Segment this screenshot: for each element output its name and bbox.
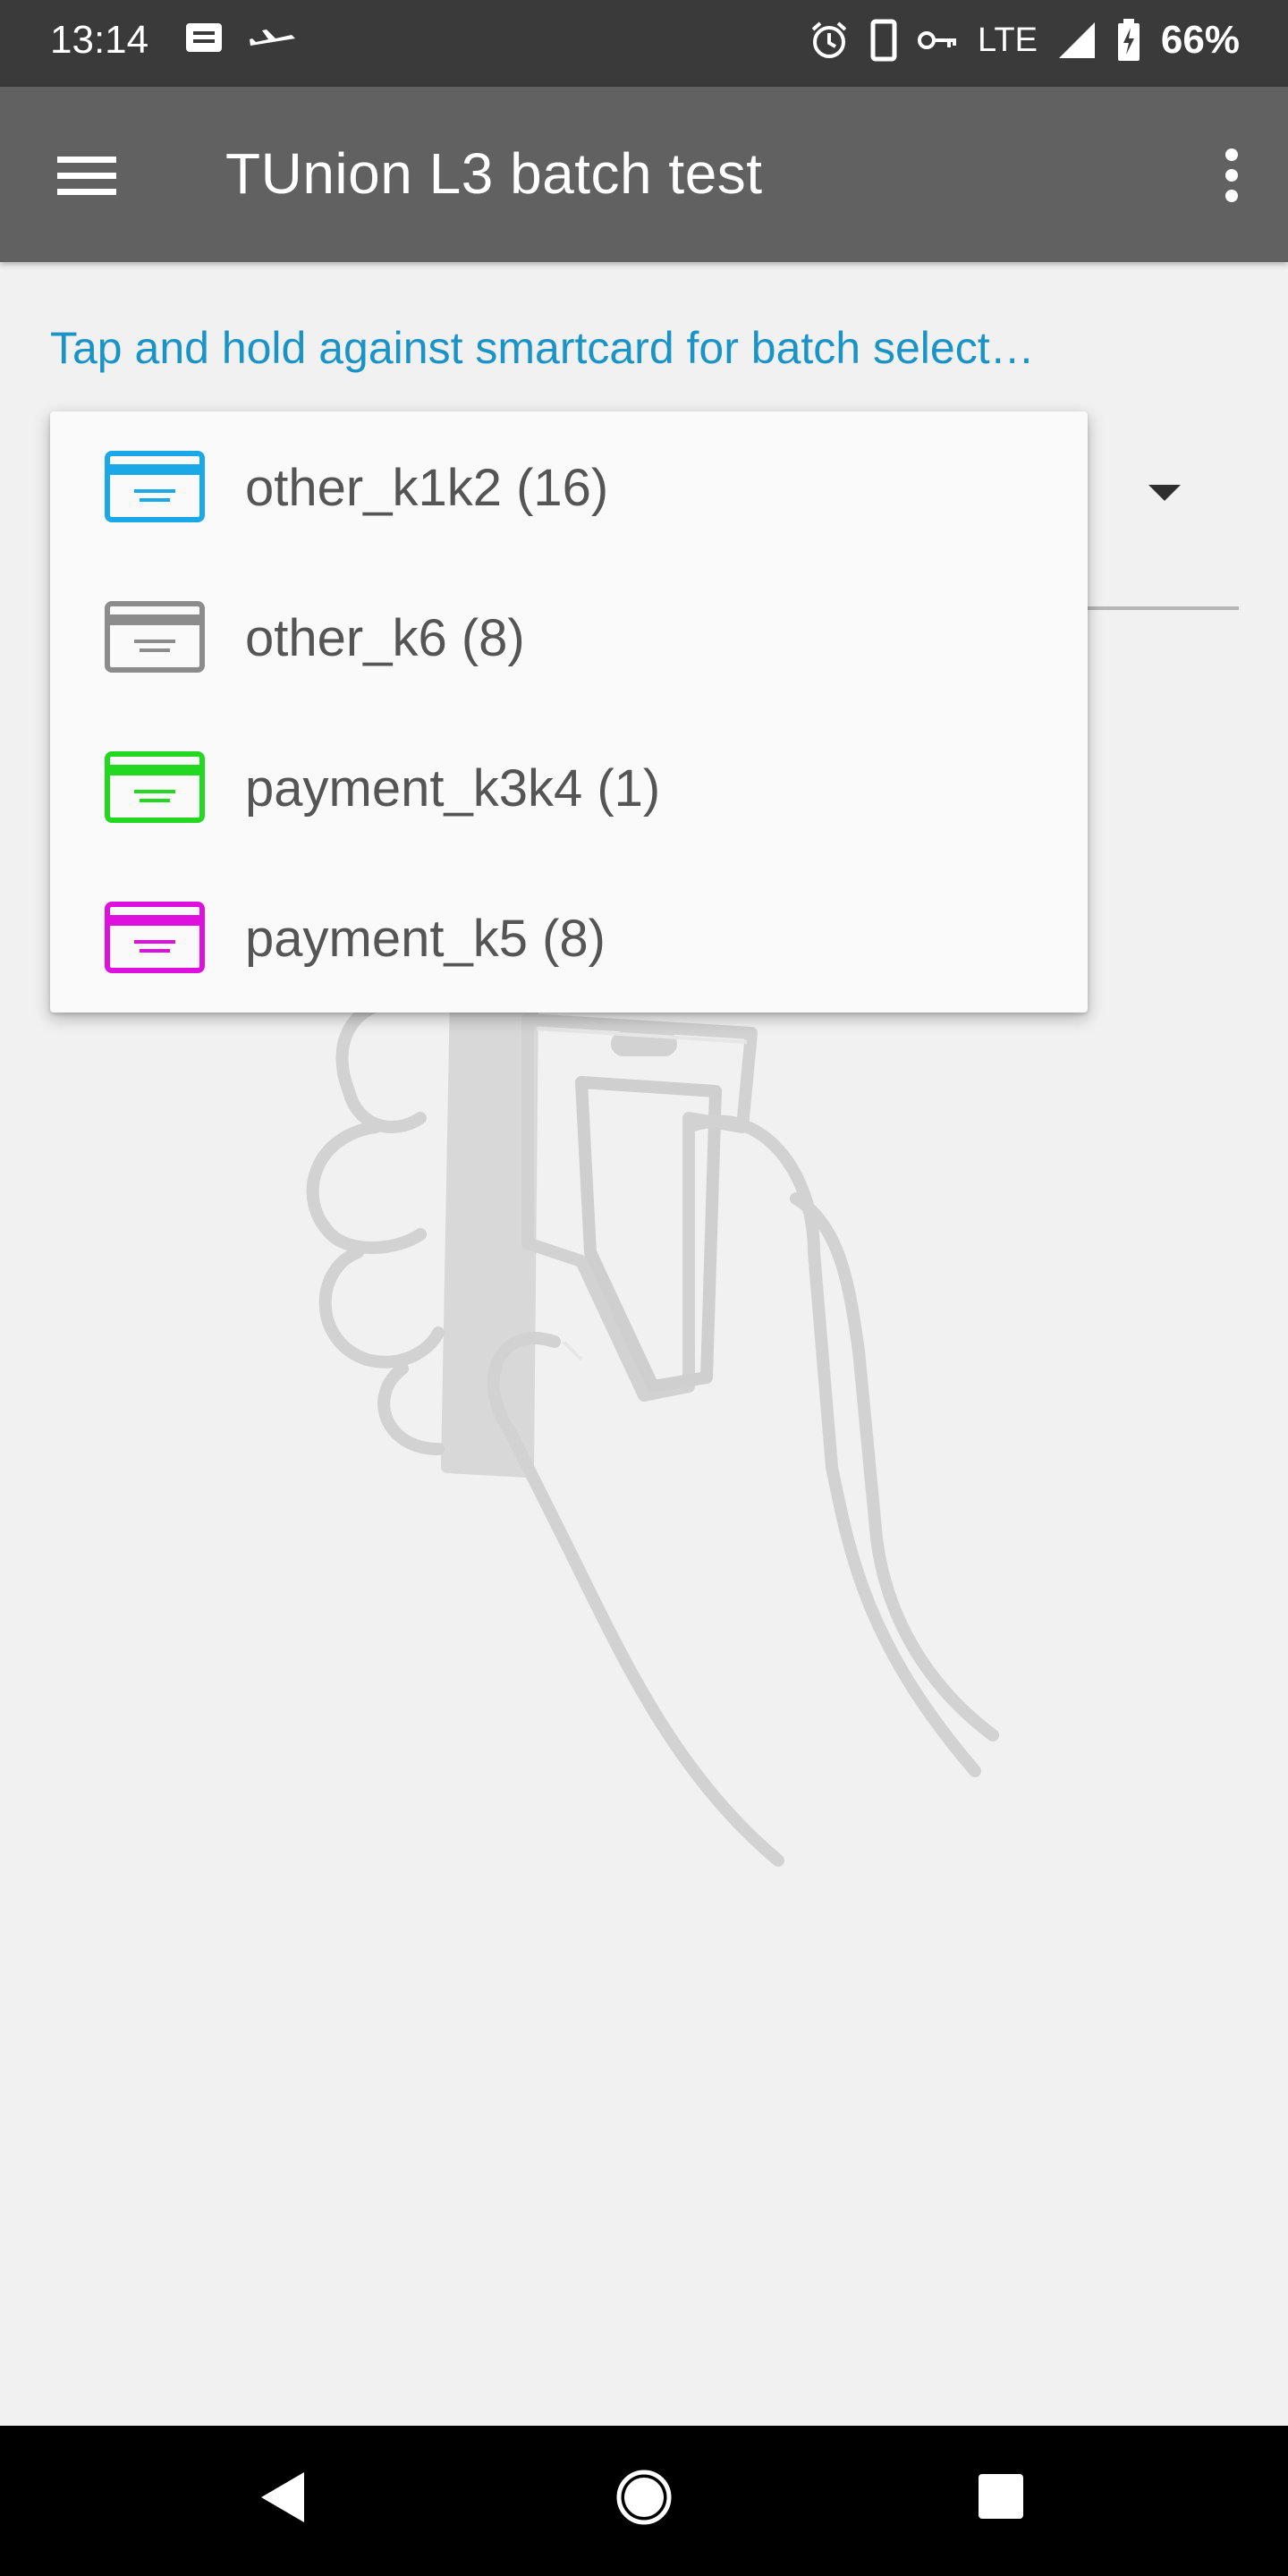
back-icon[interactable] <box>258 2469 308 2526</box>
recents-icon[interactable] <box>977 2472 1025 2521</box>
overflow-menu-button[interactable] <box>1208 142 1256 208</box>
batch-select-hint: Tap and hold against smartcard for batch… <box>50 323 1035 373</box>
system-nav-bar <box>0 2426 1288 2576</box>
dropdown-item-payment-k3k4[interactable]: payment_k3k4 (1) <box>50 712 1088 862</box>
network-type: LTE <box>978 21 1038 59</box>
vpn-key-icon <box>918 31 957 49</box>
status-time: 13:14 <box>50 18 149 62</box>
card-icon <box>105 902 205 973</box>
dropdown-item-other-k6[interactable]: other_k6 (8) <box>50 562 1088 712</box>
home-icon[interactable] <box>615 2469 673 2526</box>
card-icon <box>105 751 205 823</box>
hand-holding-phone-illustration <box>306 987 999 1867</box>
app-title: TUnion L3 batch test <box>225 141 763 206</box>
dropdown-item-other-k1k2[interactable]: other_k1k2 (16) <box>50 411 1088 562</box>
app-bar: TUnion L3 batch test <box>0 87 1288 262</box>
card-icon <box>105 601 205 673</box>
battery-charging-icon <box>1117 19 1140 61</box>
flight-icon <box>250 30 295 46</box>
message-icon <box>186 23 222 52</box>
signal-icon <box>1058 22 1095 58</box>
spinner-arrow-icon[interactable] <box>1145 481 1184 504</box>
status-right: LTE 66% <box>808 18 1240 63</box>
status-bar: 13:14 LTE 66% <box>0 0 1288 87</box>
battery-percent: 66% <box>1160 18 1240 62</box>
dropdown-item-label: payment_k5 (8) <box>245 910 606 968</box>
more-vert-icon <box>1225 148 1238 202</box>
alarm-icon <box>811 21 847 58</box>
status-left-icons <box>184 21 297 57</box>
dropdown-item-payment-k5[interactable]: payment_k5 (8) <box>50 862 1088 1013</box>
dropdown-item-label: other_k1k2 (16) <box>245 459 609 517</box>
spinner-underline <box>1087 606 1239 610</box>
card-icon <box>105 451 205 522</box>
hamburger-menu-icon <box>57 157 116 195</box>
dropdown-item-label: other_k6 (8) <box>245 609 525 667</box>
dropdown-item-label: payment_k3k4 (1) <box>245 759 661 818</box>
menu-button[interactable] <box>47 142 127 208</box>
key-batch-dropdown: other_k1k2 (16) other_k6 (8) payment_k3k… <box>50 411 1088 1013</box>
phone-icon <box>870 19 897 62</box>
